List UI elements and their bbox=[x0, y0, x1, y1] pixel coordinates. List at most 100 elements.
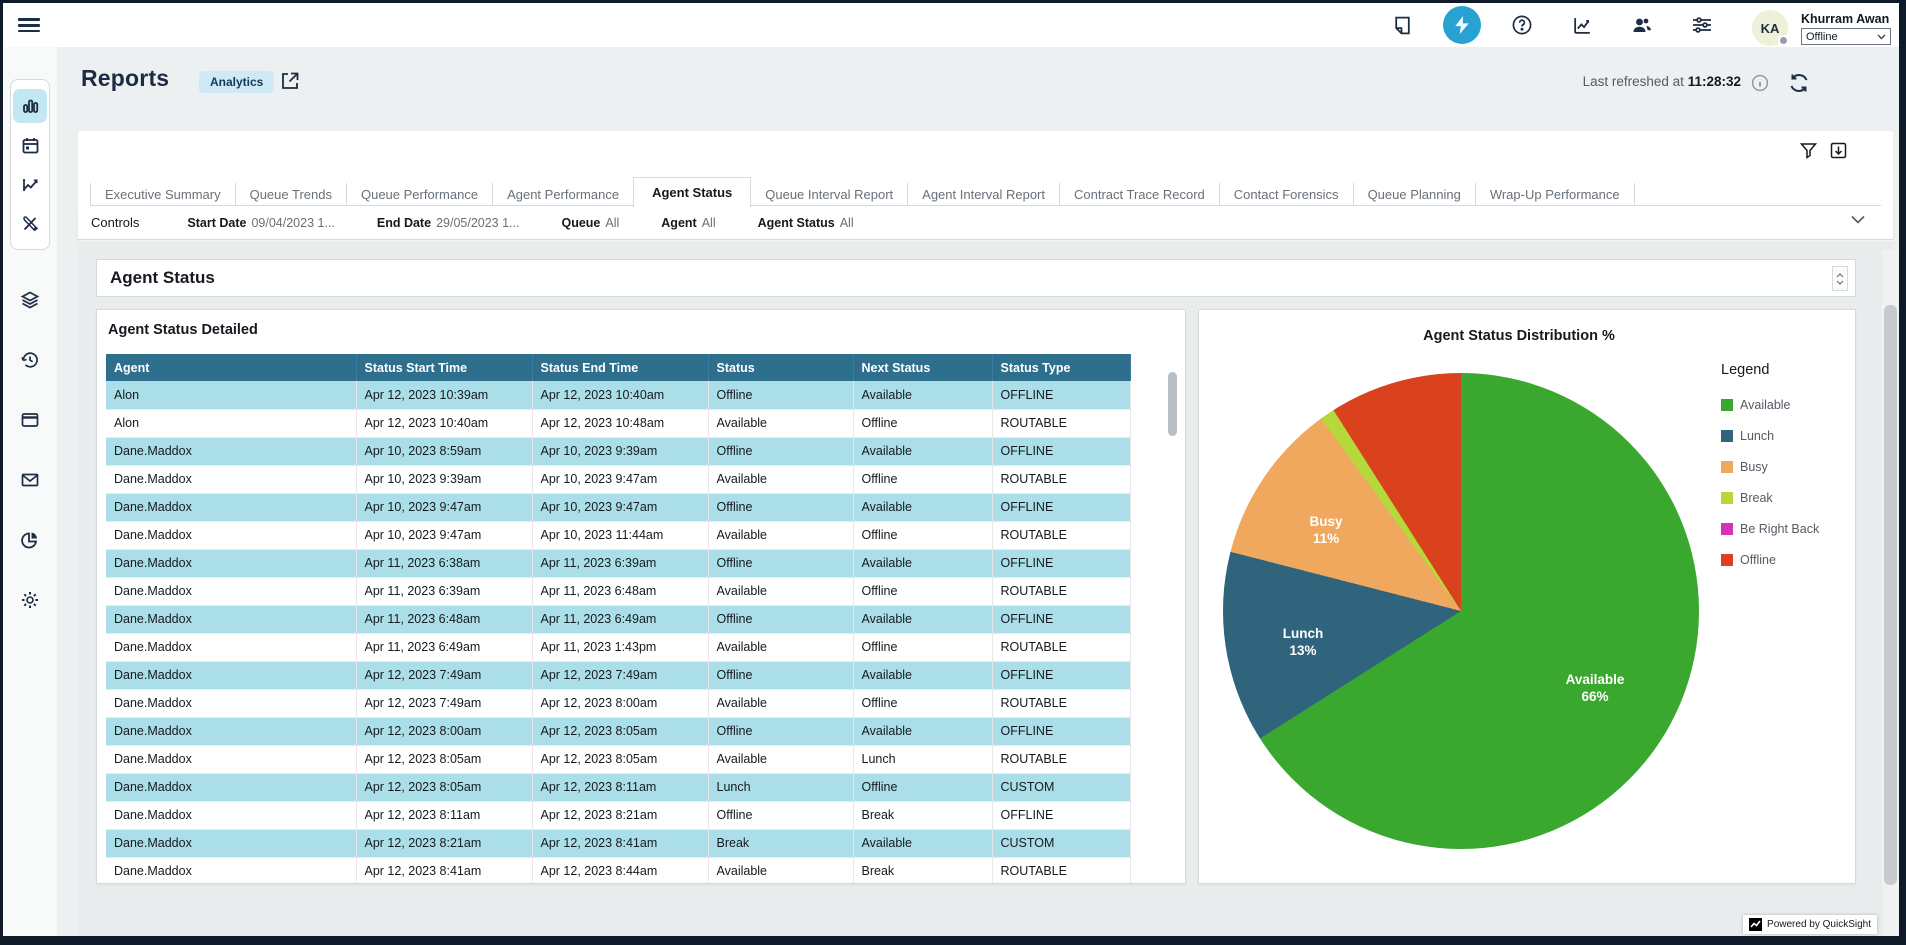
quick-actions-icon[interactable] bbox=[1443, 6, 1481, 44]
sidebar-item-mail[interactable] bbox=[13, 463, 47, 497]
table-cell: Apr 10, 2023 8:59am bbox=[356, 437, 532, 465]
column-header[interactable]: Status End Time bbox=[532, 354, 708, 381]
control-agent-status[interactable]: Agent StatusAll bbox=[758, 216, 854, 230]
table-row[interactable]: Dane.MaddoxApr 12, 2023 8:00amApr 12, 20… bbox=[106, 717, 1130, 745]
table-cell: OFFLINE bbox=[992, 717, 1130, 745]
table-cell: Apr 11, 2023 6:39am bbox=[356, 577, 532, 605]
table-row[interactable]: Dane.MaddoxApr 11, 2023 6:39amApr 11, 20… bbox=[106, 577, 1130, 605]
table-cell: Dane.Maddox bbox=[106, 437, 356, 465]
pie-chart[interactable] bbox=[1223, 373, 1699, 849]
sidebar-item-history[interactable] bbox=[13, 343, 47, 377]
table-row[interactable]: Dane.MaddoxApr 10, 2023 9:39amApr 10, 20… bbox=[106, 465, 1130, 493]
column-header[interactable]: Status Start Time bbox=[356, 354, 532, 381]
app-window: KA Khurram Awan Offline bbox=[0, 0, 1906, 945]
page-scrollbar-thumb[interactable] bbox=[1884, 305, 1897, 885]
table-cell: Apr 12, 2023 10:39am bbox=[356, 381, 532, 409]
sheet-spinner-control[interactable] bbox=[1832, 266, 1848, 291]
tab-wrap-up-performance[interactable]: Wrap-Up Performance bbox=[1475, 183, 1635, 206]
top-bar: KA Khurram Awan Offline bbox=[3, 3, 1899, 47]
tab-agent-status[interactable]: Agent Status bbox=[633, 177, 751, 207]
legend-item-lunch[interactable]: Lunch bbox=[1721, 429, 1819, 443]
table-cell: Lunch bbox=[853, 745, 992, 773]
dashboard-body: Agent Status Agent Status Detailed Agent… bbox=[78, 241, 1893, 936]
tab-agent-performance[interactable]: Agent Performance bbox=[492, 183, 633, 206]
legend-item-busy[interactable]: Busy bbox=[1721, 460, 1819, 474]
filter-icon[interactable] bbox=[1799, 141, 1818, 160]
tab-agent-interval-report[interactable]: Agent Interval Report bbox=[907, 183, 1059, 206]
agent-status-select[interactable]: Offline bbox=[1801, 28, 1891, 45]
sidebar-item-customize[interactable] bbox=[13, 206, 47, 240]
table-cell: Apr 11, 2023 1:43pm bbox=[532, 633, 708, 661]
tab-contract-trace-record[interactable]: Contract Trace Record bbox=[1059, 183, 1219, 206]
table-row[interactable]: Dane.MaddoxApr 12, 2023 7:49amApr 12, 20… bbox=[106, 661, 1130, 689]
tab-queue-performance[interactable]: Queue Performance bbox=[346, 183, 492, 206]
column-header[interactable]: Status Type bbox=[992, 354, 1130, 381]
table-row[interactable]: Dane.MaddoxApr 12, 2023 8:11amApr 12, 20… bbox=[106, 801, 1130, 829]
table-row[interactable]: AlonApr 12, 2023 10:40amApr 12, 2023 10:… bbox=[106, 409, 1130, 437]
sidebar-item-trends[interactable] bbox=[13, 167, 47, 201]
sidebar-item-reports[interactable] bbox=[13, 89, 47, 123]
table-row[interactable]: Dane.MaddoxApr 12, 2023 7:49amApr 12, 20… bbox=[106, 689, 1130, 717]
table-row[interactable]: Dane.MaddoxApr 12, 2023 8:05amApr 12, 20… bbox=[106, 745, 1130, 773]
table-cell: Apr 12, 2023 8:05am bbox=[356, 773, 532, 801]
info-icon[interactable] bbox=[1751, 74, 1769, 92]
layers-icon bbox=[20, 290, 40, 310]
table-row[interactable]: AlonApr 12, 2023 10:39amApr 12, 2023 10:… bbox=[106, 381, 1130, 409]
table-row[interactable]: Dane.MaddoxApr 10, 2023 8:59amApr 10, 20… bbox=[106, 437, 1130, 465]
control-end-date[interactable]: End Date29/05/2023 1... bbox=[377, 216, 520, 230]
legend-item-available[interactable]: Available bbox=[1721, 398, 1819, 412]
sidebar-item-layers[interactable] bbox=[13, 283, 47, 317]
control-agent[interactable]: AgentAll bbox=[661, 216, 715, 230]
table-cell: OFFLINE bbox=[992, 549, 1130, 577]
user-name: Khurram Awan bbox=[1801, 12, 1889, 26]
tab-queue-planning[interactable]: Queue Planning bbox=[1353, 183, 1475, 206]
table-cell: Apr 10, 2023 9:39am bbox=[356, 465, 532, 493]
table-cell: Available bbox=[708, 633, 853, 661]
download-icon[interactable] bbox=[1829, 141, 1848, 160]
table-cell: Apr 12, 2023 10:40am bbox=[532, 381, 708, 409]
table-cell: Apr 12, 2023 8:00am bbox=[356, 717, 532, 745]
avatar[interactable]: KA bbox=[1752, 10, 1788, 46]
legend-item-break[interactable]: Break bbox=[1721, 491, 1819, 505]
metrics-icon[interactable] bbox=[1566, 9, 1598, 41]
sidebar-item-browser[interactable] bbox=[13, 403, 47, 437]
table-row[interactable]: Dane.MaddoxApr 12, 2023 8:05amApr 12, 20… bbox=[106, 773, 1130, 801]
controls-expand-icon[interactable] bbox=[1851, 215, 1865, 224]
table-row[interactable]: Dane.MaddoxApr 10, 2023 9:47amApr 10, 20… bbox=[106, 521, 1130, 549]
avatar-initials: KA bbox=[1761, 21, 1780, 36]
table-row[interactable]: Dane.MaddoxApr 10, 2023 9:47amApr 10, 20… bbox=[106, 493, 1130, 521]
tab-contact-forensics[interactable]: Contact Forensics bbox=[1219, 183, 1353, 206]
table-row[interactable]: Dane.MaddoxApr 11, 2023 6:48amApr 11, 20… bbox=[106, 605, 1130, 633]
legend-item-be-right-back[interactable]: Be Right Back bbox=[1721, 522, 1819, 536]
tab-queue-trends[interactable]: Queue Trends bbox=[235, 183, 346, 206]
column-header[interactable]: Next Status bbox=[853, 354, 992, 381]
table-scrollbar[interactable] bbox=[1168, 372, 1177, 436]
sidebar-item-schedule[interactable] bbox=[13, 128, 47, 162]
table-cell: Offline bbox=[853, 521, 992, 549]
table-row[interactable]: Dane.MaddoxApr 11, 2023 6:38amApr 11, 20… bbox=[106, 549, 1130, 577]
users-icon[interactable] bbox=[1626, 9, 1658, 41]
table-row[interactable]: Dane.MaddoxApr 11, 2023 6:49amApr 11, 20… bbox=[106, 633, 1130, 661]
column-header[interactable]: Status bbox=[708, 354, 853, 381]
table-cell: ROUTABLE bbox=[992, 409, 1130, 437]
hamburger-menu-icon[interactable] bbox=[18, 15, 40, 33]
control-start-date[interactable]: Start Date09/04/2023 1... bbox=[187, 216, 334, 230]
page-scrollbar[interactable] bbox=[1882, 250, 1899, 936]
refresh-icon[interactable] bbox=[1787, 71, 1811, 95]
sidebar-item-dashboards[interactable] bbox=[13, 523, 47, 557]
column-header[interactable]: Agent bbox=[106, 354, 356, 381]
help-icon[interactable] bbox=[1506, 9, 1538, 41]
open-external-icon[interactable] bbox=[279, 70, 301, 92]
legend-item-offline[interactable]: Offline bbox=[1721, 553, 1819, 567]
last-refreshed-prefix: Last refreshed at bbox=[1583, 74, 1684, 89]
table-row[interactable]: Dane.MaddoxApr 12, 2023 8:21amApr 12, 20… bbox=[106, 829, 1130, 857]
notes-icon[interactable] bbox=[1386, 9, 1418, 41]
sidebar-item-settings[interactable] bbox=[13, 583, 47, 617]
table-cell: Available bbox=[708, 465, 853, 493]
tab-queue-interval-report[interactable]: Queue Interval Report bbox=[751, 183, 907, 206]
settings-sliders-icon[interactable] bbox=[1686, 9, 1718, 41]
table-row[interactable]: Dane.MaddoxApr 12, 2023 8:41amApr 12, 20… bbox=[106, 857, 1130, 884]
tab-executive-summary[interactable]: Executive Summary bbox=[90, 183, 235, 206]
legend-swatch bbox=[1721, 492, 1733, 504]
control-queue[interactable]: QueueAll bbox=[561, 216, 619, 230]
